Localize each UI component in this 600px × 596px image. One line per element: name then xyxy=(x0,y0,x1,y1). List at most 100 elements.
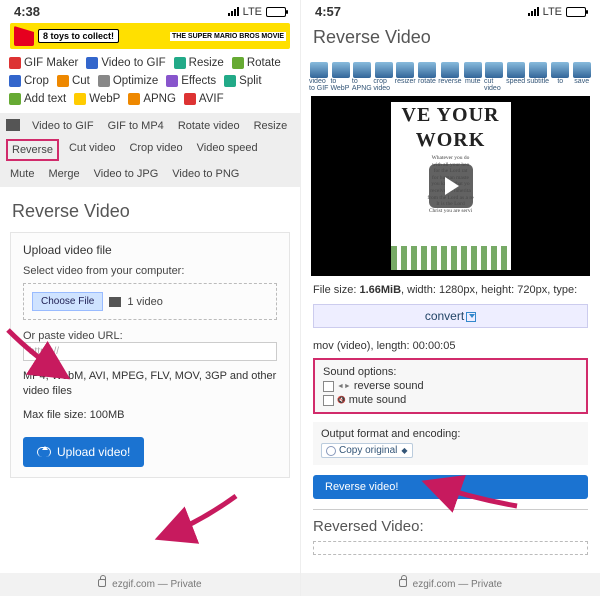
signal-icon xyxy=(228,7,239,16)
upload-label: Upload video! xyxy=(57,445,130,459)
subtab-video-speed[interactable]: Video speed xyxy=(193,139,262,161)
browse-mode: Private xyxy=(471,579,502,590)
tool-gif-maker[interactable]: GIF Maker xyxy=(8,55,79,71)
network: LTE xyxy=(543,6,562,18)
tool-icon xyxy=(464,62,482,78)
file-dropzone[interactable]: Choose File 1 video xyxy=(23,283,277,320)
play-icon[interactable] xyxy=(429,164,473,208)
subtab-video-to-gif[interactable]: Video to GIF xyxy=(28,117,98,135)
tool-icon xyxy=(9,93,21,105)
tool-video-to-gif[interactable]: Video to GIF xyxy=(85,55,166,71)
convert-button[interactable]: convert xyxy=(313,304,588,328)
tool-icon xyxy=(310,62,328,78)
video-preview[interactable]: VE YOUR WORK Whatever you do with all yo… xyxy=(311,96,590,276)
strip-subtitle[interactable]: subtitle xyxy=(527,62,549,92)
tool-icon xyxy=(174,57,186,69)
strip-video-to-GIF[interactable]: video to GIF xyxy=(309,62,329,92)
file-meta: File size: 1.66MiB, width: 1280px, heigh… xyxy=(313,284,588,296)
site-host: ezgif.com xyxy=(413,579,456,590)
strip-resizer[interactable]: resizer xyxy=(395,62,416,92)
card-title: Upload video file xyxy=(23,243,277,257)
file-chosen: 1 video xyxy=(127,296,162,308)
encoding-select[interactable]: Copy original◆ xyxy=(321,443,413,458)
strip-to[interactable]: to xyxy=(550,62,570,92)
select-label: Select video from your computer: xyxy=(23,265,277,277)
status-bar: 4:57 LTE xyxy=(301,0,600,21)
subtab-rotate-video[interactable]: Rotate video xyxy=(174,117,244,135)
tool-webp[interactable]: WebP xyxy=(73,91,121,107)
browser-bottom-bar: ezgif.com — Private xyxy=(301,573,600,596)
strip-to-WebP[interactable]: to WebP xyxy=(330,62,350,92)
lock-icon xyxy=(399,579,407,587)
poster-pattern xyxy=(391,246,511,270)
battery-icon xyxy=(566,7,586,17)
strip-cut-video[interactable]: cut video xyxy=(484,62,504,92)
subtab-merge[interactable]: Merge xyxy=(44,165,83,183)
right-phone: 4:57 LTE Reverse Video video to GIFto We… xyxy=(300,0,600,596)
tool-icon xyxy=(418,62,436,78)
strip-reverse[interactable]: reverse xyxy=(438,62,461,92)
time: 4:57 xyxy=(315,4,341,19)
strip-speed[interactable]: speed xyxy=(505,62,525,92)
tool-icon xyxy=(86,57,98,69)
tool-cut[interactable]: Cut xyxy=(56,73,91,89)
strip-rotate[interactable]: rotate xyxy=(417,62,437,92)
tool-crop[interactable]: Crop xyxy=(8,73,50,89)
url-input[interactable]: https:// xyxy=(23,342,277,361)
strip-save[interactable]: save xyxy=(571,62,591,92)
tool-icon xyxy=(57,75,69,87)
video-toolstrip: video to GIFto WebPto APNGcrop videoresi… xyxy=(309,62,592,92)
tool-icon xyxy=(166,75,178,87)
lock-icon xyxy=(98,579,106,587)
subtab-cut-video[interactable]: Cut video xyxy=(65,139,119,161)
main-tools: GIF Maker Video to GIF Resize Rotate Crop Cut… xyxy=(0,53,300,109)
tool-apng[interactable]: APNG xyxy=(127,91,177,107)
poster-line: VE YOUR xyxy=(402,104,500,127)
subtab-reverse[interactable]: Reverse xyxy=(6,139,59,161)
tool-icon xyxy=(9,57,21,69)
tool-split[interactable]: Split xyxy=(223,73,262,89)
tool-icon xyxy=(396,62,414,78)
upload-button[interactable]: Upload video! xyxy=(23,437,144,467)
subtab-video-to-jpg[interactable]: Video to JPG xyxy=(90,165,163,183)
formats-note: MP4, WebM, AVI, MPEG, FLV, MOV, 3GP and … xyxy=(23,369,277,400)
tool-add-text[interactable]: Add text xyxy=(8,91,67,107)
subtab-gif-to-mp4[interactable]: GIF to MP4 xyxy=(104,117,168,135)
tool-resize[interactable]: Resize xyxy=(173,55,225,71)
reverse-sound-option[interactable]: ◄►reverse sound xyxy=(323,380,578,392)
tool-icon xyxy=(375,62,393,78)
banner-text: 8 toys to collect! xyxy=(38,29,119,43)
reverse-video-button[interactable]: Reverse video! xyxy=(313,475,588,499)
tool-optimize[interactable]: Optimize xyxy=(97,73,159,89)
time: 4:38 xyxy=(14,4,40,19)
strip-crop-video[interactable]: crop video xyxy=(373,62,393,92)
choose-file-button[interactable]: Choose File xyxy=(32,292,103,311)
film-icon xyxy=(6,119,20,131)
separator xyxy=(313,509,588,510)
tool-avif[interactable]: AVIF xyxy=(183,91,225,107)
mute-sound-option[interactable]: 🔇mute sound xyxy=(323,394,578,406)
strip-to-APNG[interactable]: to APNG xyxy=(352,62,372,92)
network: LTE xyxy=(243,6,262,18)
film-icon xyxy=(109,297,121,307)
tool-icon xyxy=(353,62,371,78)
checkbox-icon[interactable] xyxy=(323,381,334,392)
ad-banner[interactable]: 8 toys to collect! THE SUPER MARIO BROS … xyxy=(10,23,290,49)
subtab-crop-video[interactable]: Crop video xyxy=(125,139,186,161)
subtab-resize[interactable]: Resize xyxy=(250,117,292,135)
page-title: Reverse Video xyxy=(12,201,288,222)
tool-icon xyxy=(9,75,21,87)
tool-icon xyxy=(507,62,525,78)
tool-icon xyxy=(98,75,110,87)
strip-mute[interactable]: mute xyxy=(463,62,483,92)
subtab-video-to-png[interactable]: Video to PNG xyxy=(168,165,243,183)
tool-icon xyxy=(332,62,350,78)
checkbox-icon[interactable] xyxy=(323,395,334,406)
tool-icon xyxy=(573,62,591,78)
tool-rotate[interactable]: Rotate xyxy=(231,55,282,71)
mcdonalds-icon xyxy=(14,26,34,46)
output-heading: Reversed Video: xyxy=(313,518,588,535)
maxsize-note: Max file size: 100MB xyxy=(23,408,277,423)
tool-effects[interactable]: Effects xyxy=(165,73,217,89)
subtab-mute[interactable]: Mute xyxy=(6,165,38,183)
